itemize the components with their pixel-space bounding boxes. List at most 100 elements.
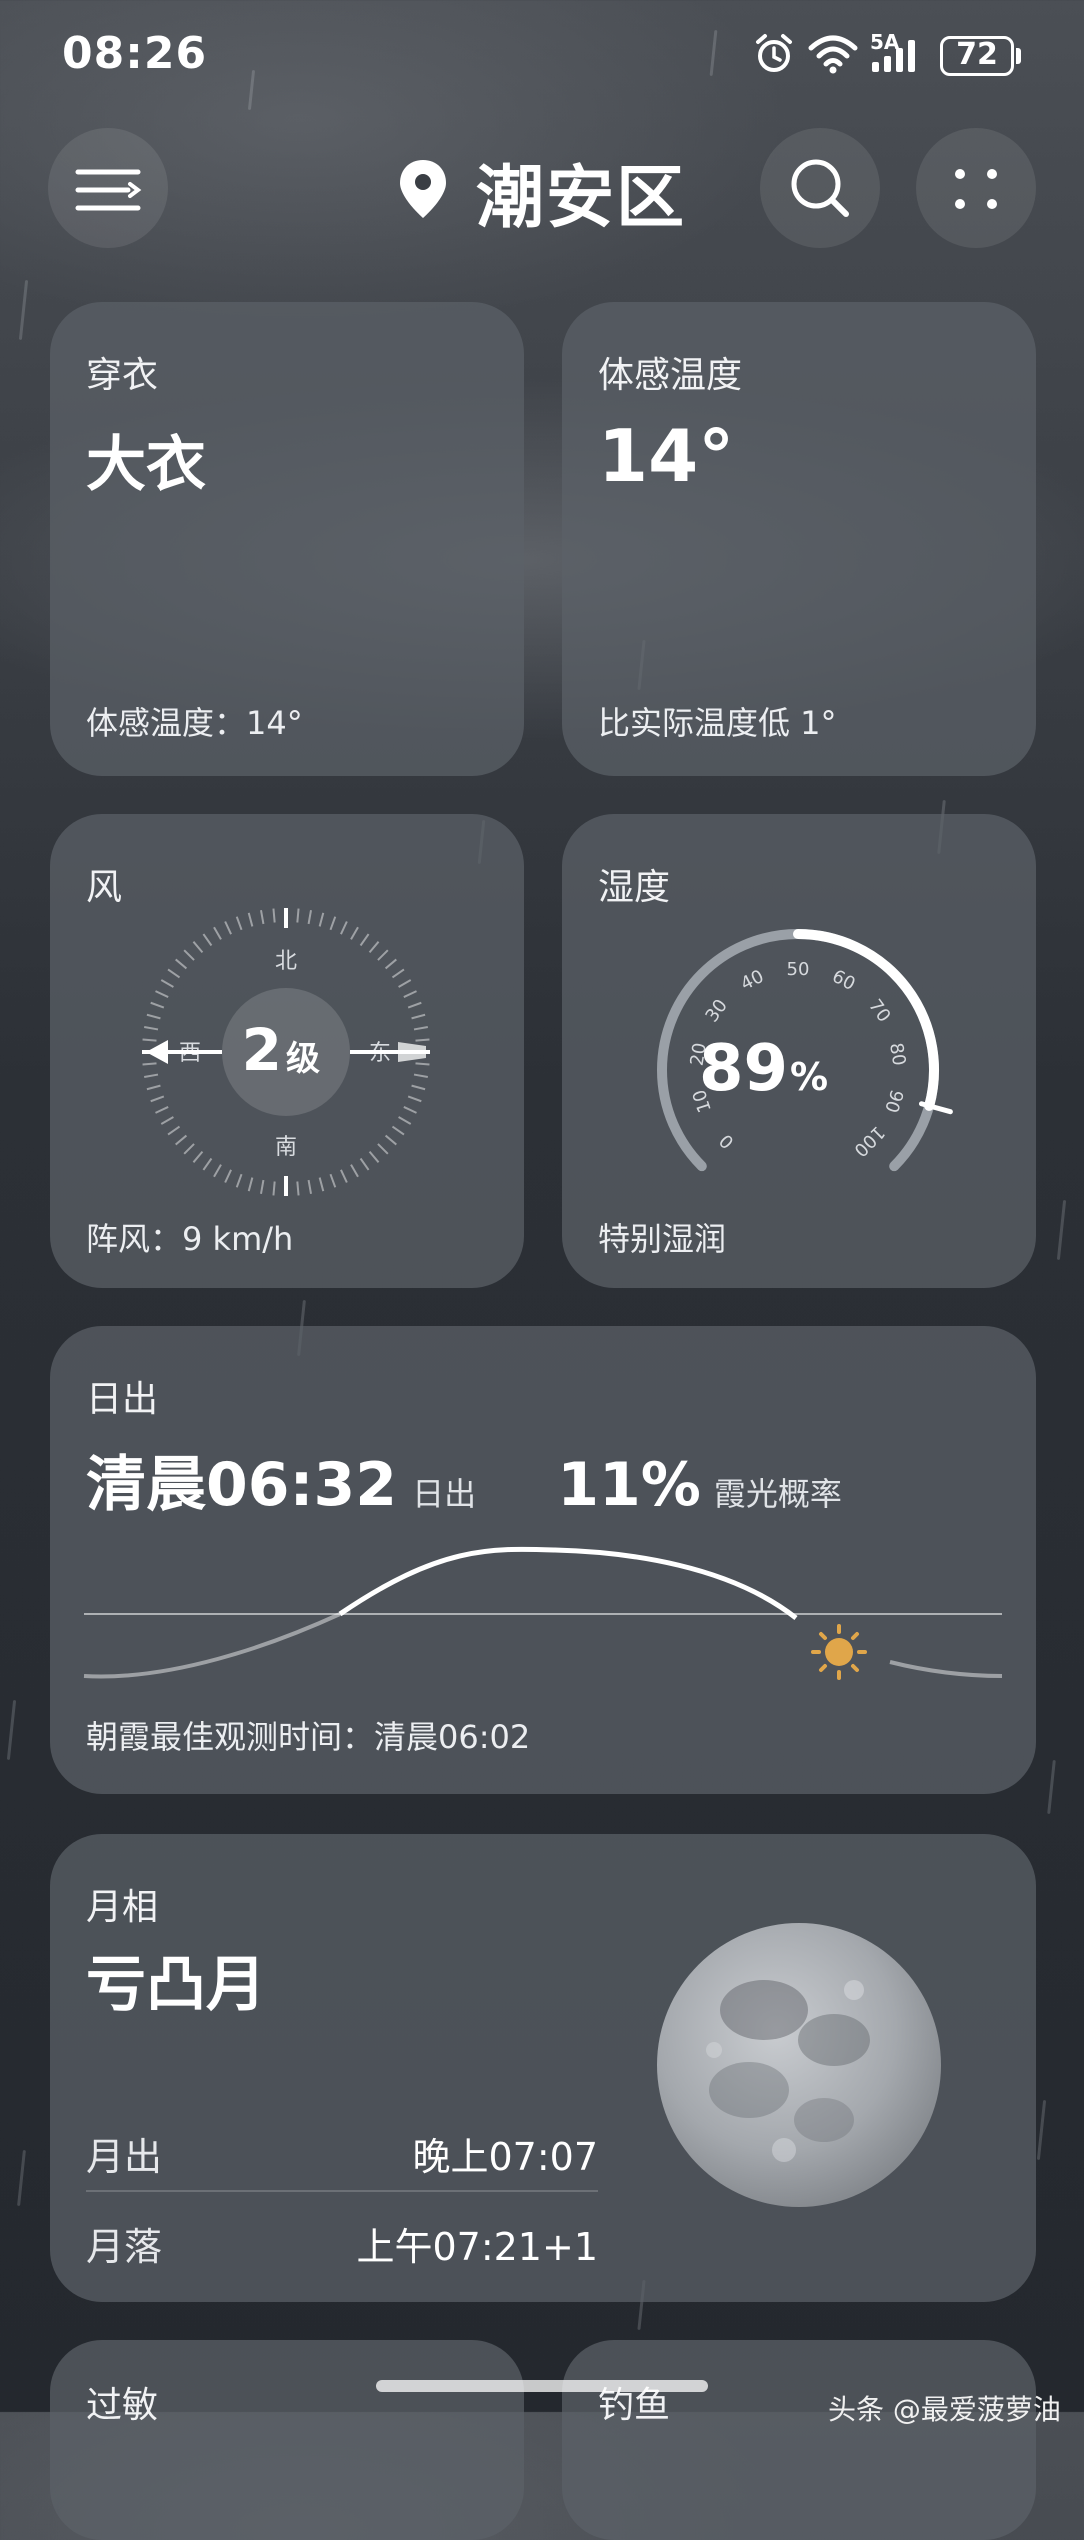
- battery-tip: [1016, 48, 1021, 64]
- compass-tick: [411, 1013, 426, 1020]
- compass-tick: [407, 1001, 422, 1009]
- compass-tick: [155, 990, 169, 998]
- compass-tick: [296, 1181, 300, 1196]
- compass-tick: [384, 958, 397, 970]
- sunrise-card[interactable]: 日出 清晨06:32 日出 11% 霞光概率 朝霞最佳观测时间：清晨06:02: [50, 1326, 1036, 1794]
- wind-gust: 阵风：9 km/h: [86, 1220, 294, 1258]
- compass-tick: [175, 958, 188, 970]
- humidity-unit: %: [790, 1055, 828, 1099]
- compass-tick: [183, 949, 195, 961]
- gauge-tick-label: 90: [880, 1087, 907, 1115]
- compass-tick: [175, 1134, 188, 1146]
- wind-level-number: 2: [242, 1016, 282, 1084]
- compass-tick: [202, 1157, 213, 1171]
- compass-tick: [272, 908, 276, 923]
- moon-title: 月相: [86, 1887, 159, 1928]
- clothing-title: 穿衣: [86, 355, 159, 396]
- clothing-footer: 体感温度：14°: [86, 704, 303, 742]
- compass-tick: [403, 1106, 417, 1114]
- gauge-tick-label: 0: [715, 1130, 738, 1153]
- compass-tick: [150, 1095, 165, 1103]
- compass-tick: [224, 1169, 232, 1183]
- wind-arrow-head: [146, 1040, 168, 1064]
- compass-tick: [167, 1125, 181, 1136]
- wind-card[interactable]: 风 北 南 西 东 2 级 阵风：9 km/h: [50, 814, 524, 1288]
- compass-tick: [144, 1026, 159, 1031]
- compass-tick: [247, 912, 254, 927]
- search-icon: [791, 159, 849, 217]
- compass-tick: [391, 968, 405, 979]
- compass-south: 南: [275, 1135, 297, 1160]
- moonset-row: 月落 上午07:21+1: [86, 2194, 598, 2284]
- compass-tick: [160, 979, 174, 988]
- gauge-tick-label: 50: [787, 959, 810, 980]
- moon-divider: [86, 2190, 598, 2192]
- compass-tick: [350, 926, 359, 940]
- menu-icon: [75, 169, 142, 211]
- compass-tick: [146, 1013, 161, 1020]
- status-time: 08:26: [62, 28, 208, 79]
- compass-tick: [260, 910, 265, 925]
- sun-icon: [811, 1624, 867, 1680]
- moonrise-row: 月出 晚上07:07: [86, 2104, 598, 2194]
- wind-level-unit: 级: [286, 1039, 320, 1079]
- compass-tick: [415, 1038, 430, 1042]
- compass-tick: [413, 1026, 428, 1031]
- fishing-card[interactable]: 钓鱼: [562, 2340, 1036, 2540]
- compass-tick: [142, 1038, 157, 1042]
- compass-tick: [167, 968, 181, 979]
- compass-tick: [391, 1125, 405, 1136]
- alarm-icon: [756, 34, 792, 72]
- feels-like-value: 14°: [598, 414, 735, 498]
- compass-tick: [260, 1179, 265, 1194]
- sun-path-day: [338, 1546, 798, 1620]
- compass-tick: [146, 1084, 161, 1091]
- compass-tick: [403, 990, 417, 998]
- moonset-label: 月落: [86, 2225, 163, 2269]
- allergy-title: 过敏: [86, 2385, 159, 2426]
- compass-tick: [318, 912, 325, 927]
- moon-phase: 亏凸月: [86, 1950, 266, 2020]
- compass-tick: [183, 1143, 195, 1155]
- compass-tick: [160, 1116, 174, 1125]
- more-button[interactable]: [916, 128, 1036, 248]
- moon-card[interactable]: 月相 亏凸月 月出 晚上07:07 月落 上午07:21+1: [50, 1834, 1036, 2302]
- signal-icon: [872, 40, 915, 72]
- gauge-tick-label: 30: [701, 995, 731, 1026]
- humidity-value: 89: [699, 1032, 788, 1106]
- sun-path-before: [83, 1612, 341, 1679]
- compass-tick: [247, 1177, 254, 1192]
- compass-tick: [340, 1169, 348, 1183]
- compass-tick: [329, 916, 337, 931]
- compass-tick: [384, 1134, 397, 1146]
- humidity-card[interactable]: 湿度 0 10 20 30 40 50 60 70 80 90 100 89 % 特别湿润: [562, 814, 1036, 1288]
- battery-level: 72: [956, 37, 998, 72]
- feels-like-title: 体感温度: [598, 355, 743, 396]
- menu-button[interactable]: [48, 128, 168, 248]
- feels-like-card[interactable]: 体感温度 14° 比实际温度低 1°: [562, 302, 1036, 776]
- gauge-tick-label: 60: [829, 966, 859, 995]
- compass-tick: [144, 1073, 159, 1078]
- battery-icon: 72: [940, 36, 1014, 76]
- home-indicator[interactable]: [376, 2380, 708, 2392]
- clothing-value: 大衣: [86, 430, 206, 500]
- compass-north: 北: [275, 949, 297, 974]
- sun-path-after: [889, 1660, 1003, 1678]
- clothing-card[interactable]: 穿衣 大衣 体感温度：14°: [50, 302, 524, 776]
- gauge-tick-label: 80: [885, 1041, 909, 1067]
- compass-tick: [359, 933, 370, 947]
- compass-tick: [350, 1164, 359, 1178]
- compass-tick: [307, 910, 312, 925]
- wifi-icon: [808, 35, 858, 74]
- compass-tick: [368, 1150, 380, 1163]
- gauge-tick-label: 100: [849, 1121, 888, 1160]
- compass-tick: [359, 1157, 370, 1171]
- compass-tick: [213, 926, 222, 940]
- allergy-card[interactable]: 过敏: [50, 2340, 524, 2540]
- location-pin-icon: [400, 160, 446, 218]
- search-button[interactable]: [760, 128, 880, 248]
- compass-tick: [235, 916, 243, 931]
- compass-tick: [407, 1095, 422, 1103]
- compass-tick: [413, 1073, 428, 1078]
- compass-tick: [368, 941, 380, 954]
